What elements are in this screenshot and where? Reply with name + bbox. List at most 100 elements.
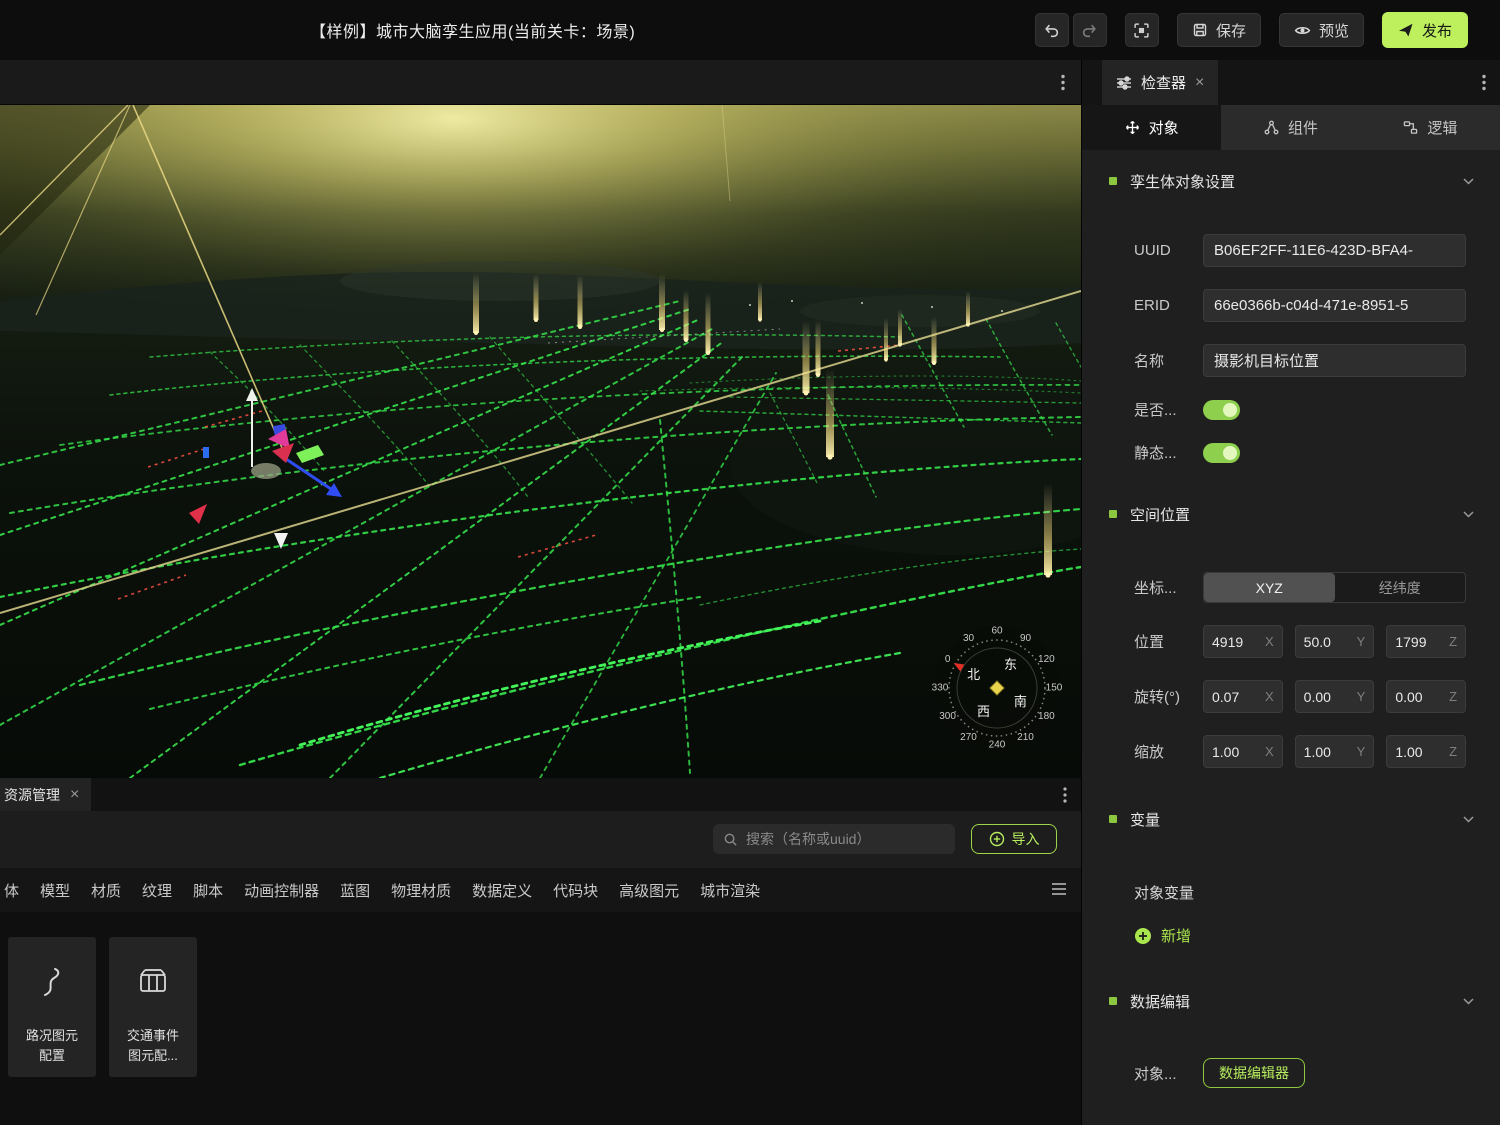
chevron-down-icon[interactable] bbox=[1463, 816, 1474, 823]
compass-degree-label: 210 bbox=[1017, 732, 1034, 743]
category-tab[interactable]: 高级图元 bbox=[619, 880, 679, 901]
assets-search[interactable] bbox=[713, 824, 955, 854]
publish-label: 发布 bbox=[1422, 20, 1452, 41]
preview-button[interactable]: 预览 bbox=[1279, 13, 1364, 47]
inspector-panel: 检查器 × 对象 组件 逻辑 孪生体对象设置 UUID B06EF2FF-11E bbox=[1081, 60, 1500, 1125]
save-button[interactable]: 保存 bbox=[1177, 13, 1261, 47]
tab-component-label: 组件 bbox=[1288, 117, 1318, 138]
category-tab[interactable]: 城市渲染 bbox=[700, 880, 760, 901]
compass-degree-label: 60 bbox=[991, 626, 1003, 637]
coord-latlon-option[interactable]: 经纬度 bbox=[1335, 573, 1466, 602]
coord-xyz-option[interactable]: XYZ bbox=[1204, 573, 1335, 602]
data-editor-button[interactable]: 数据编辑器 bbox=[1203, 1058, 1305, 1088]
list-view-icon[interactable] bbox=[1051, 882, 1067, 896]
assets-tab[interactable]: 资源管理 × bbox=[0, 778, 91, 811]
uuid-row: UUID B06EF2FF-11E6-423D-BFA4- bbox=[1134, 234, 1466, 267]
category-tab[interactable]: 动画控制器 bbox=[244, 880, 319, 901]
compass-degree-label: 0 bbox=[945, 654, 951, 665]
section-data-edit[interactable]: 数据编辑 bbox=[1109, 988, 1474, 1014]
assets-search-input[interactable] bbox=[746, 831, 945, 847]
save-label: 保存 bbox=[1216, 20, 1246, 41]
compass-degree-label: 330 bbox=[932, 683, 949, 694]
coord-system-label: 坐标... bbox=[1134, 577, 1203, 598]
axis-x-label: X bbox=[1265, 634, 1274, 649]
rotation-z-value: 0.00 bbox=[1395, 689, 1422, 705]
name-row: 名称 摄影机目标位置 bbox=[1134, 344, 1466, 377]
assets-toolbar: 导入 bbox=[0, 811, 1081, 868]
tab-logic[interactable]: 逻辑 bbox=[1361, 105, 1500, 150]
scale-y-field[interactable]: 1.00Y bbox=[1295, 735, 1375, 768]
section-twin-settings[interactable]: 孪生体对象设置 bbox=[1109, 168, 1474, 194]
position-row: 位置 4919X 50.0Y 1799Z bbox=[1134, 625, 1466, 658]
tab-logic-label: 逻辑 bbox=[1427, 117, 1457, 138]
category-tab[interactable]: 物理材质 bbox=[391, 880, 451, 901]
add-variable-button[interactable]: 新增 bbox=[1134, 925, 1466, 946]
rotation-x-field[interactable]: 0.07X bbox=[1203, 680, 1283, 713]
tab-object-label: 对象 bbox=[1149, 117, 1179, 138]
fit-view-button[interactable] bbox=[1125, 13, 1159, 47]
scale-x-field[interactable]: 1.00X bbox=[1203, 735, 1283, 768]
compass-degree-label: 30 bbox=[963, 633, 975, 644]
category-tab[interactable]: 体 bbox=[4, 880, 19, 901]
import-button[interactable]: 导入 bbox=[971, 824, 1057, 854]
assets-tab-close-icon[interactable]: × bbox=[70, 787, 79, 803]
compass-degree-label: 120 bbox=[1038, 654, 1055, 665]
category-tab[interactable]: 模型 bbox=[40, 880, 70, 901]
asset-card-label: 交通事件 图元配... bbox=[127, 1026, 179, 1077]
category-tab[interactable]: 脚本 bbox=[193, 880, 223, 901]
axis-z-label: Z bbox=[1449, 689, 1457, 704]
section-spatial[interactable]: 空间位置 bbox=[1109, 501, 1474, 527]
chevron-down-icon[interactable] bbox=[1463, 511, 1474, 518]
fit-view-icon bbox=[1133, 22, 1150, 39]
tab-component[interactable]: 组件 bbox=[1221, 105, 1360, 150]
name-field[interactable]: 摄影机目标位置 bbox=[1203, 344, 1466, 377]
viewport-menu-kebab-icon[interactable] bbox=[1061, 74, 1065, 91]
section-bullet bbox=[1109, 997, 1117, 1005]
compass-south-label: 南 bbox=[1014, 694, 1027, 709]
static-toggle[interactable] bbox=[1203, 443, 1240, 463]
inspector-menu-kebab-icon[interactable] bbox=[1482, 74, 1486, 91]
inspector-tab-label: 检查器 bbox=[1141, 72, 1186, 93]
inspector-tab-close-icon[interactable]: × bbox=[1195, 75, 1204, 91]
viewport-panel[interactable]: 0 30 60 90 120 150 180 210 240 270 300 3… bbox=[0, 105, 1081, 778]
chevron-down-icon[interactable] bbox=[1463, 178, 1474, 185]
undo-button[interactable] bbox=[1035, 13, 1069, 47]
category-tab[interactable]: 代码块 bbox=[553, 880, 598, 901]
publish-button[interactable]: 发布 bbox=[1382, 12, 1468, 48]
uuid-field[interactable]: B06EF2FF-11E6-423D-BFA4- bbox=[1203, 234, 1466, 267]
scale-z-field[interactable]: 1.00Z bbox=[1386, 735, 1466, 768]
tab-object[interactable]: 对象 bbox=[1082, 105, 1221, 150]
position-y-field[interactable]: 50.0Y bbox=[1295, 625, 1375, 658]
chevron-down-icon[interactable] bbox=[1463, 998, 1474, 1005]
inspector-mode-tabs: 对象 组件 逻辑 bbox=[1082, 105, 1500, 150]
static-toggle-label: 静态... bbox=[1134, 442, 1203, 463]
compass-degree-label: 270 bbox=[960, 732, 977, 743]
redo-button[interactable] bbox=[1073, 13, 1107, 47]
position-z-field[interactable]: 1799Z bbox=[1386, 625, 1466, 658]
assets-menu-kebab-icon[interactable] bbox=[1063, 787, 1067, 803]
rotation-z-field[interactable]: 0.00 Z bbox=[1386, 680, 1466, 713]
city-3d-scene[interactable] bbox=[0, 105, 1081, 778]
visible-toggle[interactable] bbox=[1203, 400, 1240, 420]
inspector-tab[interactable]: 检查器 × bbox=[1102, 60, 1218, 105]
compass-widget[interactable]: 0 30 60 90 120 150 180 210 240 270 300 3… bbox=[932, 623, 1062, 753]
redo-icon bbox=[1081, 22, 1098, 39]
static-toggle-row: 静态... bbox=[1134, 442, 1466, 463]
rotation-y-field[interactable]: 0.00Y bbox=[1295, 680, 1375, 713]
position-x-field[interactable]: 4919 X bbox=[1203, 625, 1283, 658]
category-tab[interactable]: 材质 bbox=[91, 880, 121, 901]
toggle-knob bbox=[1223, 403, 1237, 417]
coord-system-row: 坐标... XYZ 经纬度 bbox=[1134, 572, 1466, 603]
erid-field[interactable]: 66e0366b-c04d-471e-8951-5 bbox=[1203, 289, 1466, 322]
preview-label: 预览 bbox=[1319, 20, 1349, 41]
compass-west-label: 西 bbox=[977, 704, 990, 719]
category-tab[interactable]: 纹理 bbox=[142, 880, 172, 901]
category-tab[interactable]: 数据定义 bbox=[472, 880, 532, 901]
position-x-value: 4919 bbox=[1212, 634, 1243, 650]
asset-card-road-condition[interactable]: 路况图元 配置 bbox=[8, 937, 96, 1077]
section-bullet bbox=[1109, 177, 1117, 185]
category-tab[interactable]: 蓝图 bbox=[340, 880, 370, 901]
data-editor-label: 对象... bbox=[1134, 1063, 1203, 1084]
asset-card-traffic-event[interactable]: 交通事件 图元配... bbox=[109, 937, 197, 1077]
section-variables[interactable]: 变量 bbox=[1109, 806, 1474, 832]
